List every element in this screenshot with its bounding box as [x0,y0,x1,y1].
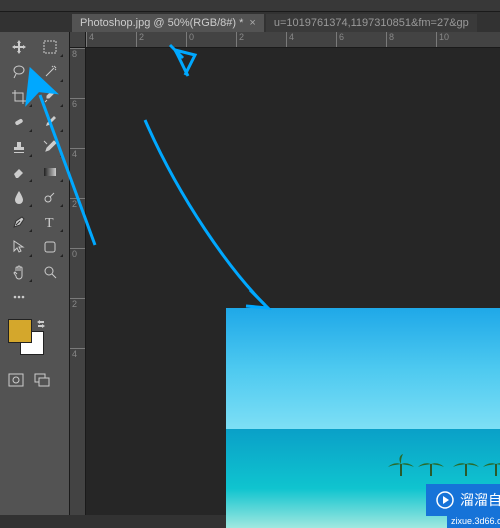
hand-tool[interactable] [4,259,34,284]
shape-tool[interactable] [35,234,65,259]
ruler-tick: 4 [70,148,85,198]
ruler-tick: 2 [236,32,286,47]
stamp-tool[interactable] [4,134,34,159]
document-tab-inactive[interactable]: u=1019761374,1197310851&fm=27&gp [266,14,477,32]
image-palm [386,454,416,476]
quick-mask-icon[interactable] [8,373,24,387]
canvas-background[interactable]: 溜溜自学 zixue.3d66.com [86,48,500,515]
dodge-tool[interactable] [35,184,65,209]
zoom-tool[interactable] [35,259,65,284]
play-icon [436,491,454,509]
ruler-tick: 4 [286,32,336,47]
watermark-text: 溜溜自学 [460,490,500,510]
ruler-corner [70,32,86,48]
history-brush-tool[interactable] [35,134,65,159]
path-select-tool[interactable] [4,234,34,259]
ruler-tick: 4 [70,348,85,398]
watermark-url: zixue.3d66.com [447,516,500,528]
ruler-tick: 8 [70,48,85,98]
move-tool[interactable] [4,34,34,59]
ruler-tick: 10 [436,32,486,47]
image-palm [451,454,481,476]
ruler-tick: 2 [70,298,85,348]
gradient-tool[interactable] [35,159,65,184]
app-top-bar [0,0,500,12]
lasso-tool[interactable] [4,59,34,84]
image-palm [416,454,446,476]
color-swatches[interactable] [8,319,48,359]
image-sky [226,308,500,429]
magic-wand-tool[interactable] [35,59,65,84]
document-image[interactable]: 溜溜自学 zixue.3d66.com [226,308,500,528]
ruler-tick: 2 [136,32,186,47]
marquee-tool[interactable] [35,34,65,59]
canvas-area: 4 2 0 2 4 6 8 10 8 6 4 2 0 2 4 溜溜自学 [70,32,500,515]
tool-panel: T [0,32,70,515]
ruler-tick: 8 [386,32,436,47]
brush-tool[interactable] [35,109,65,134]
ruler-vertical[interactable]: 8 6 4 2 0 2 4 [70,48,86,515]
ruler-tick: 6 [70,98,85,148]
tab-label: u=1019761374,1197310851&fm=27&gp [274,17,469,29]
eraser-tool[interactable] [4,159,34,184]
document-tabs: Photoshop.jpg @ 50%(RGB/8#) * × u=101976… [0,12,500,34]
ruler-horizontal[interactable]: 4 2 0 2 4 6 8 10 [86,32,500,48]
close-icon[interactable]: × [249,17,255,29]
ruler-tick: 4 [86,32,136,47]
foreground-color[interactable] [8,319,32,343]
image-palm [481,454,500,476]
ruler-tick: 6 [336,32,386,47]
type-tool[interactable]: T [35,209,65,234]
blur-tool[interactable] [4,184,34,209]
watermark-badge: 溜溜自学 [426,484,500,516]
crop-tool[interactable] [4,84,34,109]
ruler-tick: 0 [186,32,236,47]
svg-text:T: T [45,216,54,230]
swap-colors-icon[interactable] [36,319,46,329]
healing-tool[interactable] [4,109,34,134]
tab-label: Photoshop.jpg @ 50%(RGB/8#) * [80,17,243,29]
pen-tool[interactable] [4,209,34,234]
ruler-tick: 2 [70,198,85,248]
document-tab-active[interactable]: Photoshop.jpg @ 50%(RGB/8#) * × [72,14,264,32]
ellipsis-tool[interactable] [4,284,34,309]
screen-mode-icon[interactable] [34,373,50,387]
eyedropper-tool[interactable] [35,84,65,109]
ruler-tick: 0 [70,248,85,298]
